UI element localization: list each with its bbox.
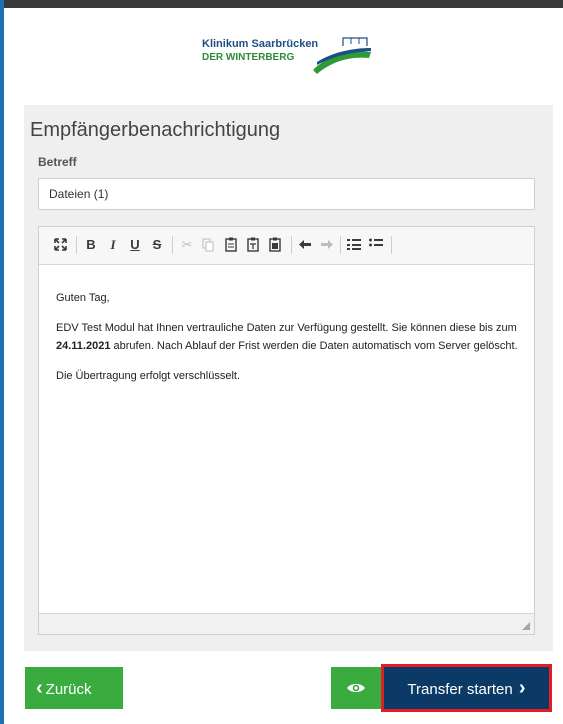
eye-icon [347, 683, 365, 693]
redo-icon[interactable] [320, 239, 334, 250]
bold-icon[interactable]: B [84, 236, 98, 254]
left-accent-bar [0, 0, 4, 724]
chevron-right-icon: › [518, 677, 526, 699]
message-editor[interactable]: B I U S ✂ Guten Tag, EDV Test Modul hat … [38, 226, 535, 635]
chevron-left-icon: ‹ [36, 677, 43, 699]
maximize-icon[interactable] [54, 238, 67, 251]
preview-button[interactable] [331, 667, 381, 709]
strikethrough-icon[interactable]: S [150, 236, 164, 254]
paste-text-icon[interactable] [247, 237, 259, 252]
subject-input[interactable] [38, 178, 535, 210]
subject-label: Betreff [38, 155, 77, 169]
toolbar-separator [172, 236, 173, 254]
toolbar-separator [340, 236, 341, 254]
message-greeting: Guten Tag, [56, 292, 110, 304]
editor-status-bar [39, 613, 534, 634]
back-button-label: Zurück [45, 681, 92, 698]
underline-icon[interactable]: U [128, 236, 142, 254]
message-body-start: EDV Test Modul hat Ihnen vertrauliche Da… [56, 322, 517, 334]
cut-icon[interactable]: ✂ [180, 236, 194, 254]
top-bar [0, 0, 563, 8]
bulleted-list-icon[interactable] [369, 238, 383, 251]
editor-toolbar: B I U S ✂ [39, 227, 534, 265]
italic-icon[interactable]: I [106, 236, 120, 254]
logo-line-2: DER WINTERBERG [202, 52, 295, 63]
expiry-date: 24.11.2021 [56, 340, 111, 352]
panel-title: Empfängerbenachrichtigung [30, 119, 281, 141]
notification-panel: Empfängerbenachrichtigung Betreff B I U … [24, 105, 553, 651]
transfer-button-face: Transfer starten › [384, 667, 549, 709]
logo-mark-icon [313, 37, 371, 74]
undo-icon[interactable] [298, 239, 312, 250]
copy-icon[interactable] [202, 238, 214, 252]
logo-line-1: Klinikum Saarbrücken [202, 38, 319, 50]
message-body: EDV Test Modul hat Ihnen vertrauliche Da… [56, 319, 521, 355]
paste-icon[interactable] [225, 237, 237, 252]
message-note: Die Übertragung erfolgt verschlüsselt. [56, 370, 241, 382]
toolbar-separator [391, 236, 392, 254]
toolbar-separator [291, 236, 292, 254]
transfer-start-button[interactable]: Transfer starten › [381, 664, 552, 712]
numbered-list-icon[interactable] [347, 238, 361, 251]
transfer-button-label: Transfer starten [407, 681, 513, 698]
toolbar-separator [76, 236, 77, 254]
message-content[interactable]: Guten Tag, EDV Test Modul hat Ihnen vert… [56, 289, 521, 397]
clinic-logo: Klinikum Saarbrücken DER WINTERBERG [199, 24, 377, 90]
resize-grip-icon[interactable] [522, 622, 530, 630]
message-body-end: abrufen. Nach Ablauf der Frist werden di… [110, 340, 518, 352]
back-button[interactable]: ‹ Zurück [25, 667, 123, 709]
paste-word-icon[interactable] [269, 237, 281, 252]
